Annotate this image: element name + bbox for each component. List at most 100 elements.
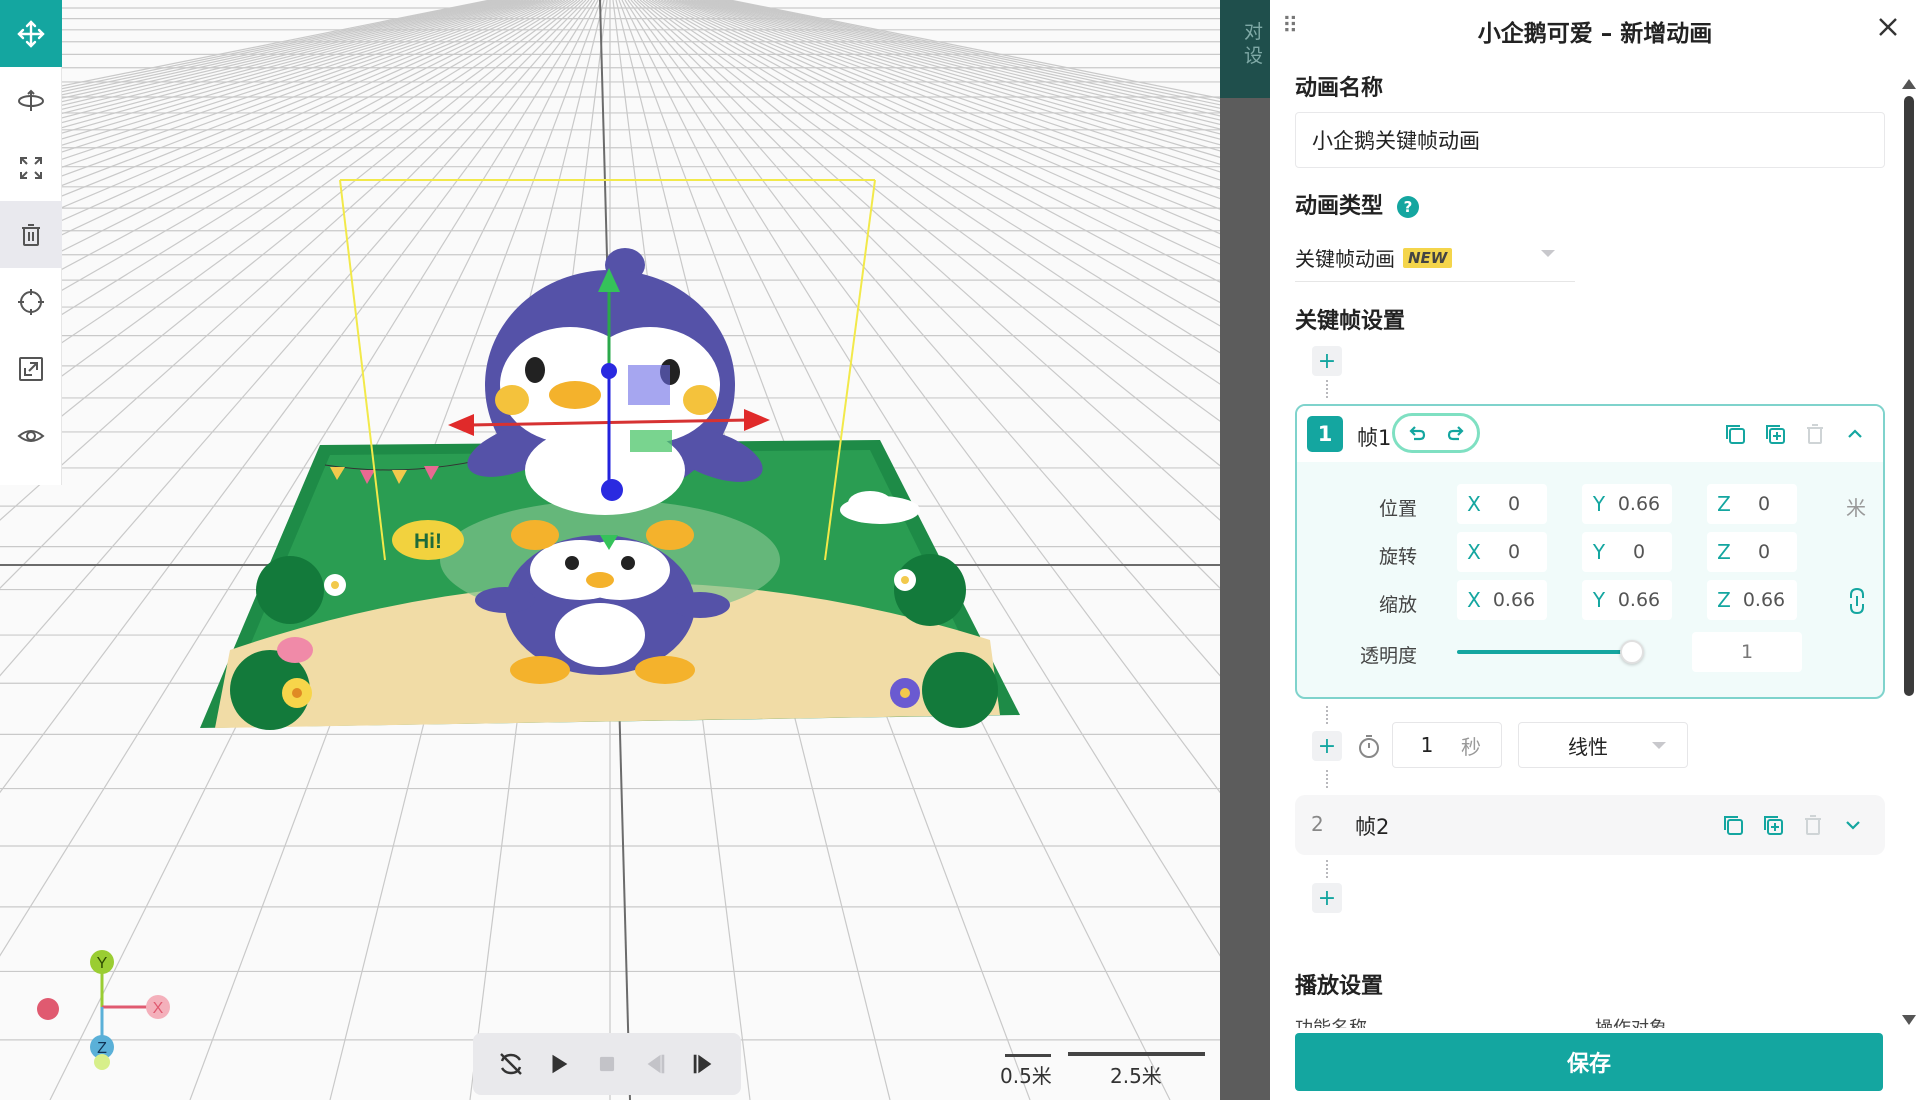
position-z-value: 0 <box>1757 493 1771 515</box>
scrollbar-thumb[interactable] <box>1904 96 1914 696</box>
keyframe-section-label: 关键帧设置 <box>1295 309 1406 334</box>
y-axis-letter: Y <box>1592 540 1606 564</box>
type-section-label: 动画类型? <box>1295 188 1420 220</box>
rotation-z-value: 0 <box>1757 541 1771 563</box>
hi-sign-text: Hi! <box>414 530 442 553</box>
panel-title: 小企鹅可爱 – 新增动画 <box>1477 21 1713 47</box>
add-keyframe-between-button[interactable]: + <box>1312 731 1342 761</box>
scale-y-input[interactable]: Y 0.66 <box>1582 580 1672 620</box>
chevron-up-icon[interactable] <box>1842 421 1868 447</box>
undo-redo-group <box>1392 413 1480 453</box>
z-axis-letter: Z <box>1717 588 1731 612</box>
rotation-label: 旋转 <box>1378 546 1417 568</box>
delete-tool-button[interactable] <box>0 201 62 268</box>
connector-dots <box>1326 770 1328 788</box>
axis-gizmo[interactable]: Y X Z <box>30 945 180 1075</box>
rotation-z-input[interactable]: Z0 <box>1707 532 1797 572</box>
copy-icon[interactable] <box>1720 812 1746 838</box>
scale-tool-button[interactable] <box>0 134 62 201</box>
opacity-label: 透明度 <box>1359 645 1417 667</box>
keyframe-2-name: 帧2 <box>1355 815 1390 839</box>
meter-unit: 米 <box>1846 496 1866 520</box>
x-axis-letter: X <box>1467 492 1481 516</box>
scroll-up-icon[interactable] <box>1900 76 1918 92</box>
y-axis-letter: Y <box>1592 492 1606 516</box>
opacity-value-input[interactable]: 1 <box>1692 632 1802 672</box>
link-icon[interactable] <box>1847 586 1867 616</box>
axis-x-label: X <box>153 1000 164 1017</box>
scale-z-value: 0.66 <box>1742 589 1786 611</box>
copy-icon[interactable] <box>1722 421 1748 447</box>
rotation-x-input[interactable]: X0 <box>1457 532 1547 572</box>
strip-text: 对设 <box>1244 21 1264 67</box>
trash-icon[interactable] <box>1800 812 1826 838</box>
target-icon <box>18 288 44 315</box>
add-keyframe-after-button[interactable]: + <box>1312 883 1342 913</box>
x-axis-letter: X <box>1467 588 1481 612</box>
scale-x-value: 0.66 <box>1492 589 1536 611</box>
save-button[interactable]: 保存 <box>1295 1033 1883 1091</box>
loop-off-icon <box>500 1053 522 1075</box>
new-badge: NEW <box>1403 247 1453 268</box>
duplicate-add-icon[interactable] <box>1760 812 1786 838</box>
play-button[interactable] <box>543 1048 575 1080</box>
y-axis-letter: Y <box>1592 588 1606 612</box>
x-axis-letter: X <box>1467 540 1481 564</box>
stop-icon <box>599 1056 615 1072</box>
keyframe-card-2[interactable]: 2 帧2 <box>1295 795 1885 855</box>
position-z-input[interactable]: Z0 <box>1707 484 1797 524</box>
scene-canvas[interactable]: Hi! <box>0 0 1220 1100</box>
chevron-down-icon[interactable] <box>1840 812 1866 838</box>
visibility-tool-button[interactable] <box>0 402 62 469</box>
scroll-down-icon[interactable] <box>1900 1012 1918 1028</box>
rotate-icon <box>18 89 44 111</box>
keyframe-name: 帧1 <box>1357 426 1392 450</box>
scale-y-value: 0.66 <box>1617 589 1661 611</box>
focus-tool-button[interactable] <box>0 268 62 335</box>
z-axis-letter: Z <box>1717 540 1731 564</box>
type-label-text: 动画类型 <box>1295 194 1384 219</box>
scale-z-input[interactable]: Z 0.66 <box>1707 580 1797 620</box>
keyframe-1-header[interactable]: 1 帧1 <box>1297 406 1883 462</box>
add-keyframe-before-button[interactable]: + <box>1312 346 1342 376</box>
rotation-y-input[interactable]: Y0 <box>1582 532 1672 572</box>
type-chevron-down-icon <box>1541 250 1555 257</box>
move-tool-button[interactable] <box>0 0 62 67</box>
move-icon <box>17 19 45 48</box>
next-frame-button[interactable] <box>687 1048 719 1080</box>
undo-icon[interactable] <box>1404 421 1428 445</box>
help-icon[interactable]: ? <box>1397 196 1420 218</box>
rotate-tool-button[interactable] <box>0 67 62 134</box>
scale-x-input[interactable]: X 0.66 <box>1457 580 1547 620</box>
play-icon <box>552 1054 568 1074</box>
trash-icon[interactable] <box>1802 421 1828 447</box>
seconds-unit: 秒 <box>1461 734 1481 759</box>
playback-col-function: 功能名称 <box>1295 1014 1367 1028</box>
fit-tool-button[interactable] <box>0 335 62 402</box>
keyframe-2-number: 2 <box>1311 812 1324 836</box>
stop-button[interactable] <box>591 1048 623 1080</box>
redo-icon[interactable] <box>1445 421 1469 445</box>
connector-dots <box>1326 860 1328 878</box>
animation-type-select[interactable]: 关键帧动画 NEW <box>1295 234 1575 282</box>
3d-viewport[interactable]: Hi! Y X Z 0.5米 2.5米 <box>0 0 1220 1100</box>
easing-chevron-down-icon <box>1652 742 1666 749</box>
close-icon[interactable] <box>1873 12 1903 42</box>
position-y-input[interactable]: Y 0.66 <box>1582 484 1672 524</box>
scale-small-label: 0.5米 <box>1000 1064 1052 1088</box>
prev-frame-button[interactable] <box>639 1048 671 1080</box>
position-x-input[interactable]: X0 <box>1457 484 1547 524</box>
duplicate-add-icon[interactable] <box>1762 421 1788 447</box>
easing-value: 线性 <box>1568 734 1608 759</box>
step-forward-icon <box>693 1054 712 1074</box>
opacity-slider-thumb[interactable] <box>1620 640 1644 664</box>
scale-label: 缩放 <box>1378 594 1417 616</box>
fit-icon <box>19 356 43 381</box>
loop-off-button[interactable] <box>495 1048 527 1080</box>
background-panel-strip: 对设 <box>1220 0 1270 1100</box>
duration-input[interactable]: 1 秒 <box>1392 722 1502 768</box>
keyframe-number: 1 <box>1307 416 1343 452</box>
opacity-slider-track[interactable] <box>1457 650 1632 654</box>
animation-name-input[interactable]: 小企鹅关键帧动画 <box>1295 112 1885 168</box>
keyframe-card-1: 1 帧1 位置 X0 Y 0.66 Z0 米 旋转 X0 Y0 Z0 缩放 X 0.… <box>1295 404 1885 699</box>
